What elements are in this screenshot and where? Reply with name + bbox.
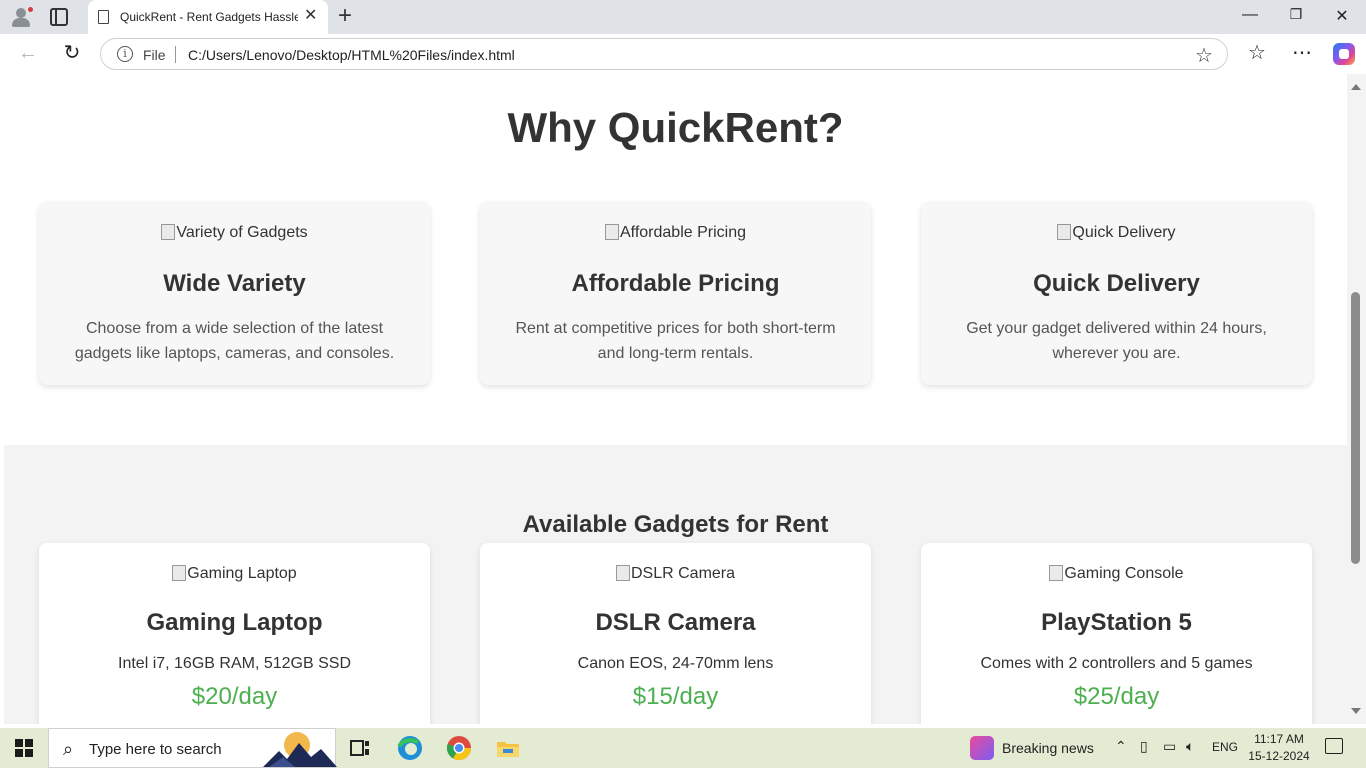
feature-title: Wide Variety — [163, 270, 306, 297]
new-tab-button[interactable]: + — [338, 4, 352, 28]
file-explorer-icon[interactable] — [494, 734, 522, 762]
restore-button[interactable]: ❐ — [1286, 6, 1306, 23]
broken-image: DSLR Camera — [480, 565, 871, 583]
browser-tab-active[interactable]: QuickRent - Rent Gadgets Hassle-Free ✕ — [88, 0, 328, 34]
broken-image-icon — [1049, 565, 1064, 581]
gadget-name: Gaming Laptop — [146, 609, 323, 636]
close-window-button[interactable]: ✕ — [1332, 6, 1352, 26]
broken-image-icon — [1057, 224, 1072, 240]
broken-image-icon — [615, 565, 630, 581]
broken-image-icon — [161, 224, 176, 240]
broken-image-icon — [172, 565, 187, 581]
feature-card: Variety of Gadgets Wide Variety Choose f… — [39, 202, 430, 385]
broken-image: Gaming Laptop — [39, 565, 430, 583]
feature-card: Quick Delivery Quick Delivery Get your g… — [921, 202, 1312, 385]
windows-start-icon[interactable] — [15, 739, 33, 757]
tab-close-icon[interactable]: ✕ — [304, 8, 317, 24]
task-view-icon[interactable] — [346, 734, 374, 762]
gadget-name: DSLR Camera — [595, 609, 756, 636]
copilot-icon[interactable] — [1333, 43, 1355, 65]
battery-icon[interactable]: ▭ — [1163, 738, 1176, 755]
gadget-card[interactable]: Gaming Laptop Gaming Laptop Intel i7, 16… — [39, 543, 430, 724]
clock-date: 15-12-2024 — [1248, 749, 1310, 763]
gadgets-title: Available Gadgets for Rent — [522, 511, 829, 538]
language-indicator[interactable]: ENG — [1212, 740, 1238, 754]
profile-avatar-icon[interactable] — [10, 6, 34, 28]
show-hidden-icons-icon[interactable]: ⌃ — [1115, 738, 1127, 755]
broken-image: Quick Delivery — [921, 224, 1312, 242]
page-icon — [98, 10, 109, 24]
gadget-spec: Comes with 2 controllers and 5 games — [980, 655, 1253, 672]
scroll-down-arrow-icon[interactable] — [1351, 708, 1361, 714]
broken-image-icon — [605, 224, 619, 240]
why-section: Why QuickRent? Variety of Gadgets Wide V… — [4, 74, 1347, 445]
feature-text: Rent at competitive prices for both shor… — [515, 320, 836, 362]
gadget-card[interactable]: Gaming Console PlayStation 5 Comes with … — [921, 543, 1312, 724]
search-icon: ⌕ — [63, 739, 74, 759]
windows-taskbar: ⌕ Type here to search Breaking news ⌃ ▯ … — [0, 728, 1366, 768]
feature-text: Get your gadget delivered within 24 hour… — [966, 320, 1267, 362]
url-separator — [175, 46, 176, 63]
gadget-spec: Canon EOS, 24-70mm lens — [577, 655, 774, 672]
url-text[interactable]: C:/Users/Lenovo/Desktop/HTML%20Files/ind… — [188, 47, 515, 63]
volume-icon[interactable]: 🔈︎ — [1186, 738, 1194, 755]
taskbar-search-placeholder: Type here to search — [89, 741, 222, 758]
vertical-scrollbar[interactable] — [1347, 74, 1366, 724]
taskbar-clock[interactable]: 11:17 AM 15-12-2024 — [1240, 731, 1318, 765]
page-viewport: Why QuickRent? Variety of Gadgets Wide V… — [4, 74, 1347, 724]
browser-title-bar: QuickRent - Rent Gadgets Hassle-Free ✕ +… — [0, 0, 1366, 34]
gadget-card[interactable]: DSLR Camera DSLR Camera Canon EOS, 24-70… — [480, 543, 871, 724]
device-icon[interactable]: ▯ — [1140, 738, 1148, 755]
feature-title: Quick Delivery — [1033, 270, 1200, 297]
feature-title: Affordable Pricing — [571, 270, 780, 297]
address-bar[interactable]: i File C:/Users/Lenovo/Desktop/HTML%20Fi… — [100, 38, 1228, 70]
clock-time: 11:17 AM — [1254, 732, 1304, 746]
gadget-spec: Intel i7, 16GB RAM, 512GB SSD — [118, 655, 351, 672]
gadget-price: $20/day — [191, 683, 278, 710]
gadget-price: $25/day — [1073, 683, 1160, 710]
favorite-star-icon[interactable]: ☆ — [1195, 43, 1213, 68]
gadgets-section: Available Gadgets for Rent Gaming Laptop… — [4, 445, 1347, 724]
chrome-icon[interactable] — [445, 734, 473, 762]
scroll-up-arrow-icon[interactable] — [1351, 84, 1361, 90]
news-label: Breaking news — [1002, 740, 1094, 756]
tab-title: QuickRent - Rent Gadgets Hassle-Free — [120, 10, 298, 24]
taskbar-search-box[interactable]: ⌕ Type here to search — [48, 728, 337, 768]
broken-image: Affordable Pricing — [480, 224, 871, 242]
broken-image: Gaming Console — [921, 565, 1312, 583]
more-options-icon[interactable]: ⋯ — [1292, 42, 1312, 64]
news-icon — [970, 736, 994, 760]
scrollbar-thumb[interactable] — [1351, 292, 1360, 564]
search-highlight-art — [263, 732, 337, 767]
notification-center-icon[interactable] — [1325, 738, 1343, 754]
broken-image: Variety of Gadgets — [39, 224, 430, 242]
why-title: Why QuickRent? — [507, 104, 844, 151]
edge-browser-icon[interactable] — [396, 734, 424, 762]
feature-card: Affordable Pricing Affordable Pricing Re… — [480, 202, 871, 385]
favorites-icon[interactable]: ☆ — [1248, 42, 1266, 64]
gadget-price: $15/day — [632, 683, 719, 710]
refresh-icon[interactable]: ↻ — [60, 42, 84, 64]
minimize-button[interactable]: — — [1240, 6, 1260, 24]
browser-toolbar: ← ↻ i File C:/Users/Lenovo/Desktop/HTML%… — [0, 34, 1366, 74]
tab-actions-icon[interactable] — [50, 8, 68, 26]
gadget-name: PlayStation 5 — [1041, 609, 1192, 636]
info-icon[interactable]: i — [117, 46, 133, 62]
back-arrow-icon[interactable]: ← — [16, 42, 40, 64]
url-scheme-label: File — [143, 47, 166, 63]
feature-text: Choose from a wide selection of the late… — [74, 320, 395, 362]
